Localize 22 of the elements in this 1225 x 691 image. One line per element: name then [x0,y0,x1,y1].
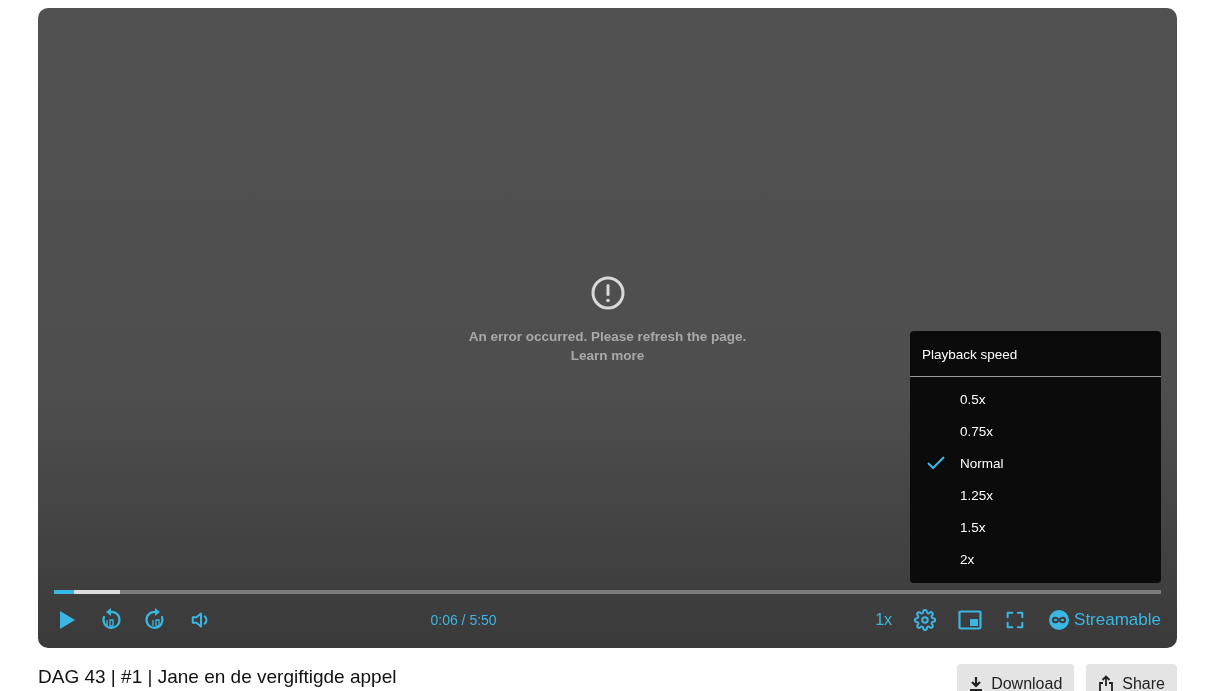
time-display: 0:06 / 5:50 [429,612,498,628]
speed-option[interactable]: Normal [910,447,1161,479]
speed-option[interactable]: 1.25x [910,479,1161,511]
settings-button[interactable] [914,609,937,631]
video-title: DAG 43 | #1 | Jane en de vergiftigde appel [38,666,398,688]
streamable-logo[interactable]: Streamable [1048,609,1161,631]
error-message: An error occurred. Please refresh the page. [468,329,747,344]
speed-option[interactable]: 2x [910,543,1161,575]
download-icon [969,676,984,691]
share-button[interactable]: Share [1086,664,1177,691]
share-icon [1098,675,1115,691]
speed-button[interactable]: 1x [875,611,893,629]
speed-option[interactable]: 0.5x [910,383,1161,415]
speed-option[interactable]: 0.75x [910,415,1161,447]
progress-bar[interactable] [54,590,1161,594]
play-button[interactable] [58,610,76,630]
speed-option[interactable]: 1.5x [910,511,1161,543]
menu-title: Playback speed [910,331,1161,377]
download-button[interactable]: Download [957,664,1075,691]
error-icon [589,275,626,311]
learn-more-link[interactable]: Learn more [570,348,645,363]
picture-in-picture-button[interactable] [958,610,983,630]
